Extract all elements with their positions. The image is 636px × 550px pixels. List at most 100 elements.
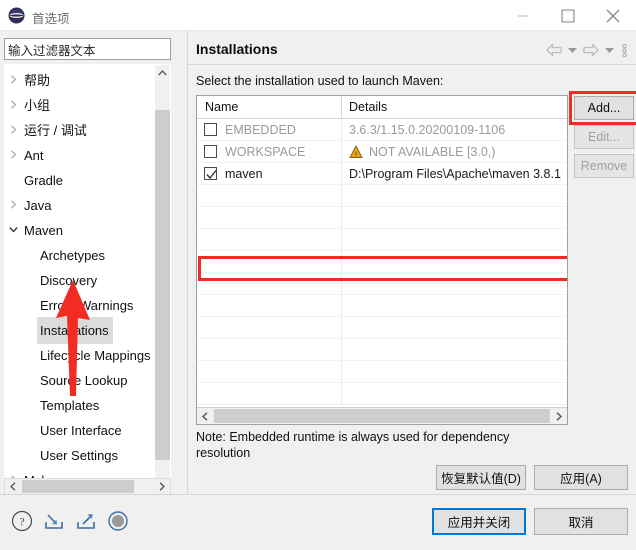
sidebar-item-[interactable]: 运行 / 调试	[5, 117, 157, 142]
sidebar-item-user-interface[interactable]: User Interface	[5, 417, 157, 442]
apply-and-close-button[interactable]: 应用并关闭	[432, 508, 526, 535]
cell-details: D:\Program Files\Apache\maven 3.8.1	[349, 167, 561, 181]
tree-list: 帮助小组运行 / 调试 Ant Gradle Java Maven Archetypes D…	[5, 65, 157, 497]
table-row-empty[interactable]	[197, 207, 567, 229]
forward-arrow-icon[interactable]	[581, 40, 601, 60]
help-icon[interactable]: ?	[10, 509, 36, 535]
table-row-empty[interactable]	[197, 273, 567, 295]
scroll-right-icon[interactable]	[154, 479, 170, 494]
window-title: 首选项	[32, 12, 70, 26]
sidebar-item-archetypes[interactable]: Archetypes	[5, 242, 157, 267]
back-arrow-icon[interactable]	[544, 40, 564, 60]
sidebar-item-[interactable]: 小组	[5, 92, 157, 117]
navigation-toolbar	[544, 40, 632, 60]
row-checkbox[interactable]	[204, 123, 217, 136]
svg-text:?: ?	[19, 515, 24, 529]
sidebar-item-label: Archetypes	[40, 248, 106, 263]
table-row-empty[interactable]	[197, 317, 567, 339]
tree-vertical-scrollbar[interactable]	[155, 65, 170, 497]
table-body: EMBEDDED 3.6.3/1.15.0.20200109-1106 WORKSP…	[197, 119, 567, 405]
preferences-tree[interactable]: 帮助小组运行 / 调试 Ant Gradle Java Maven Archetypes D…	[4, 64, 171, 498]
sidebar-item-java[interactable]: Java	[5, 192, 157, 217]
sidebar-item-[interactable]: 帮助	[5, 67, 157, 92]
cell-name: maven	[225, 167, 263, 181]
table-row[interactable]: WORKSPACE! NOT AVAILABLE [3.0,)	[197, 141, 567, 163]
cell-divider	[341, 361, 342, 383]
table-row-empty[interactable]	[197, 185, 567, 207]
chevron-right-icon[interactable]	[5, 192, 21, 217]
maximize-button[interactable]	[545, 0, 590, 31]
minimize-button[interactable]	[500, 0, 545, 31]
chevron-right-icon[interactable]	[5, 67, 21, 92]
add-button[interactable]: Add...	[574, 96, 634, 120]
apply-button[interactable]: 应用(A)	[534, 465, 628, 490]
forward-dropdown-icon[interactable]	[603, 40, 616, 60]
cell-name: WORKSPACE	[225, 145, 306, 159]
sidebar-item-source-lookup[interactable]: Source Lookup	[5, 367, 157, 392]
column-divider[interactable]	[341, 96, 342, 119]
row-checkbox[interactable]	[204, 167, 217, 180]
view-menu-icon[interactable]	[618, 40, 632, 60]
title-bar: 首选项	[0, 0, 636, 31]
tree-horizontal-scrollbar[interactable]	[4, 478, 171, 495]
search-input[interactable]	[5, 39, 170, 59]
restore-defaults-button[interactable]: 恢复默认值(D)	[436, 465, 526, 490]
sidebar-item-label: User Interface	[40, 423, 122, 438]
column-header-details[interactable]: Details	[349, 96, 387, 119]
table-row-empty[interactable]	[197, 295, 567, 317]
back-dropdown-icon[interactable]	[566, 40, 579, 60]
scroll-left-icon[interactable]	[197, 408, 213, 424]
sidebar-item-installations[interactable]: Installations	[5, 317, 157, 344]
scroll-up-icon[interactable]	[155, 65, 170, 81]
sidebar-item-label: User Settings	[40, 448, 119, 463]
sidebar-item-ant[interactable]: Ant	[5, 142, 157, 167]
import-icon[interactable]	[42, 509, 68, 535]
table-row-empty[interactable]	[197, 339, 567, 361]
cell-divider	[341, 383, 342, 405]
installations-table[interactable]: Name Details EMBEDDED 3.6.3/1.15.0.202001…	[196, 95, 568, 425]
chevron-right-icon[interactable]	[5, 117, 21, 142]
sidebar-item-gradle[interactable]: Gradle	[5, 167, 157, 192]
table-row-empty[interactable]	[197, 229, 567, 251]
sidebar-item-discovery[interactable]: Discovery	[5, 267, 157, 292]
cell-divider	[341, 207, 342, 229]
sidebar-item-label: Maven	[24, 223, 64, 238]
sidebar-item-label: 帮助	[24, 73, 51, 88]
scrollbar-thumb[interactable]	[155, 110, 170, 460]
table-row-empty[interactable]	[197, 251, 567, 273]
eclipse-logo-icon	[8, 7, 25, 24]
table-row[interactable]: maven D:\Program Files\Apache\maven 3.8.1	[197, 163, 567, 185]
sidebar-item-lifecycle-mappings[interactable]: Lifecycle Mappings	[5, 342, 157, 367]
circle-icon[interactable]	[106, 509, 132, 535]
filter-field[interactable]	[4, 38, 171, 60]
chevron-down-icon[interactable]	[5, 217, 21, 242]
cancel-button[interactable]: 取消	[534, 508, 628, 535]
sidebar-item-label: Source Lookup	[40, 373, 128, 388]
scrollbar-thumb[interactable]	[22, 480, 134, 493]
sidebar-item-templates[interactable]: Templates	[5, 392, 157, 417]
scroll-right-icon[interactable]	[551, 408, 567, 424]
row-checkbox[interactable]	[204, 145, 217, 158]
sidebar-item-user-settings[interactable]: User Settings	[5, 442, 157, 467]
cell-divider	[341, 119, 342, 141]
table-row[interactable]: EMBEDDED 3.6.3/1.15.0.20200109-1106	[197, 119, 567, 141]
scrollbar-thumb[interactable]	[214, 409, 550, 423]
sidebar-item-maven[interactable]: Maven	[5, 217, 157, 242]
scroll-left-icon[interactable]	[5, 479, 21, 494]
sidebar-item-label: Discovery	[40, 273, 98, 288]
close-button[interactable]	[590, 0, 635, 31]
sidebar-item-label: 小组	[24, 98, 51, 113]
table-row-empty[interactable]	[197, 361, 567, 383]
chevron-right-icon[interactable]	[5, 142, 21, 167]
table-horizontal-scrollbar[interactable]	[197, 407, 567, 424]
column-header-name[interactable]: Name	[205, 96, 238, 119]
export-icon[interactable]	[74, 509, 100, 535]
header-divider	[188, 64, 636, 65]
table-row-empty[interactable]	[197, 383, 567, 405]
page-title: Installations	[196, 41, 278, 57]
chevron-right-icon[interactable]	[5, 92, 21, 117]
remove-button[interactable]: Remove	[574, 154, 634, 178]
svg-text:!: !	[355, 149, 357, 158]
edit-button[interactable]: Edit...	[574, 125, 634, 149]
sidebar-item-errors-warnings[interactable]: Errors/Warnings	[5, 292, 157, 317]
